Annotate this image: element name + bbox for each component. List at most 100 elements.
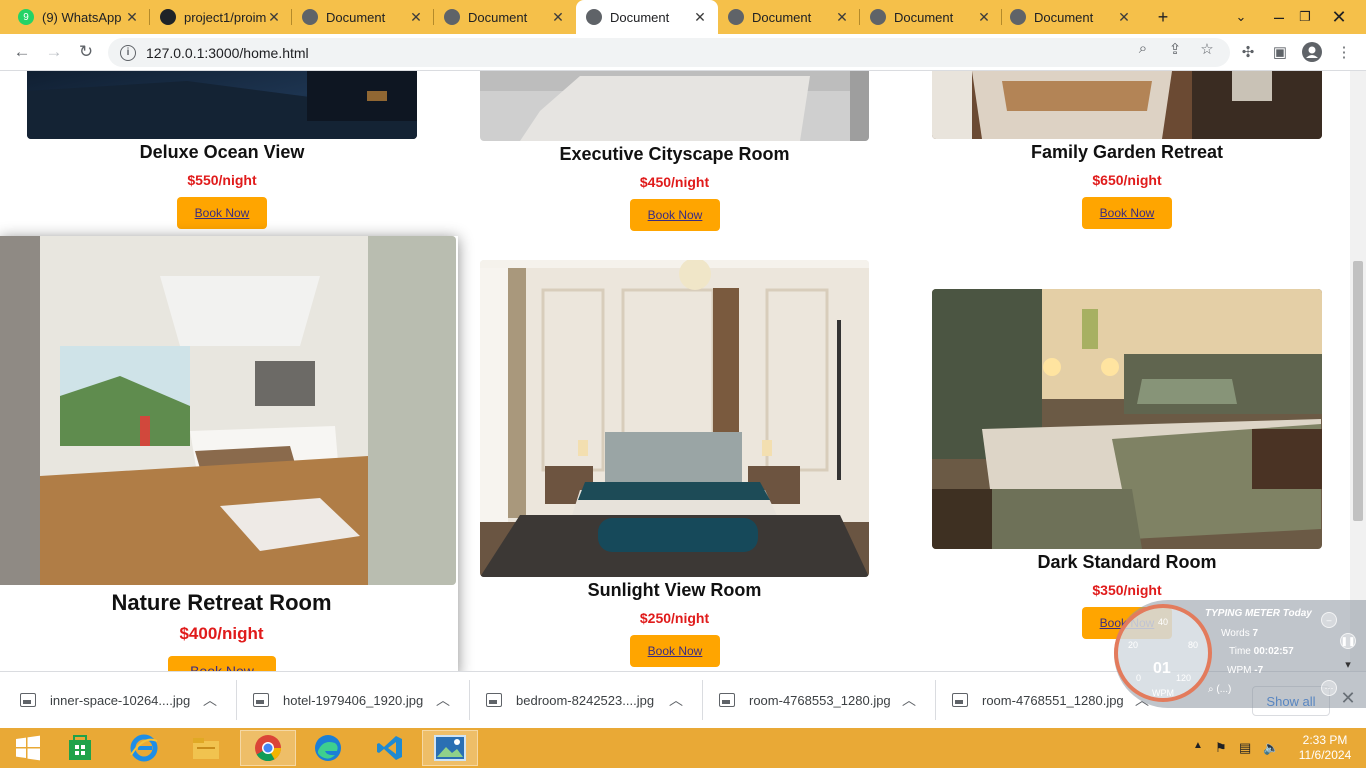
vscode-icon[interactable]: [362, 730, 418, 766]
chevron-up-icon[interactable]: ︿: [899, 690, 919, 710]
download-item[interactable]: room-4768553_1280.jpg ︿: [699, 680, 919, 720]
download-filename: inner-space-10264....jpg: [50, 692, 191, 708]
tab-whatsapp[interactable]: 9 (9) WhatsApp ✕: [8, 0, 150, 34]
bookmark-star-icon[interactable]: ☆: [1198, 40, 1216, 58]
chevron-up-icon[interactable]: ︿: [433, 690, 453, 710]
tab-title: (9) WhatsApp: [42, 9, 122, 25]
address-bar[interactable]: i 127.0.0.1:3000/home.html: [108, 38, 1230, 67]
close-icon[interactable]: ✕: [550, 9, 566, 26]
tab-document-active[interactable]: Document ✕: [576, 0, 718, 34]
room-image-nature-retreat: [0, 236, 456, 585]
gauge-tick: 40: [1158, 617, 1169, 627]
room-price: $350/night: [1092, 582, 1162, 598]
clock-time: 2:33 PM: [1302, 733, 1348, 747]
forward-arrow-icon[interactable]: →: [40, 38, 68, 66]
book-now-button[interactable]: Book Now: [177, 197, 267, 229]
tab-title: Document: [468, 9, 528, 25]
pause-icon[interactable]: ❚❚: [1340, 633, 1356, 649]
network-icon[interactable]: ▤: [1239, 740, 1251, 756]
new-tab-plus-icon[interactable]: +: [1146, 0, 1180, 34]
gauge-tick: 80: [1188, 640, 1199, 650]
whatsapp-icon: 9: [18, 9, 34, 25]
room-price: $250/night: [639, 610, 710, 626]
tab-title: Document: [752, 9, 812, 25]
side-panel-icon[interactable]: ▣: [1266, 38, 1294, 66]
tab-document[interactable]: Document ✕: [718, 0, 860, 34]
close-icon[interactable]: ✕: [408, 9, 424, 26]
close-icon[interactable]: ✕: [692, 9, 708, 26]
room-title: Sunlight View Room: [587, 580, 762, 600]
window-close-icon[interactable]: ✕: [1322, 0, 1356, 34]
show-hidden-icons-chevron-icon[interactable]: ▲: [1193, 740, 1203, 751]
profile-avatar-icon[interactable]: [1298, 38, 1326, 66]
tab-document[interactable]: Document ✕: [292, 0, 434, 34]
extensions-puzzle-icon[interactable]: ✣: [1234, 38, 1262, 66]
room-title: Dark Standard Room: [1037, 552, 1217, 572]
room-title: Executive Cityscape Room: [559, 144, 790, 164]
room-title: Family Garden Retreat: [1030, 142, 1224, 162]
wpm-stat: WPM -7: [1227, 665, 1263, 676]
download-filename: bedroom-8242523....jpg: [516, 692, 655, 708]
tab-document[interactable]: Document ✕: [1000, 0, 1142, 34]
download-filename: room-4768551_1280.jpg: [982, 692, 1124, 708]
photos-icon[interactable]: [422, 730, 478, 766]
chevron-up-icon[interactable]: ︿: [200, 690, 220, 710]
room-card-hovered[interactable]: Nature Retreat Room $400/night Book Now: [0, 236, 458, 671]
download-item[interactable]: room-4768551_1280.jpg ︿: [932, 680, 1152, 720]
gauge-tick: 20: [1128, 640, 1139, 650]
site-info-icon[interactable]: i: [120, 44, 136, 61]
tab-search-chevron-icon[interactable]: ⌄: [1224, 0, 1258, 34]
scrollbar-thumb[interactable]: [1353, 261, 1363, 521]
close-icon[interactable]: ✕: [976, 9, 992, 26]
menu-kebab-icon[interactable]: ⋮: [1330, 38, 1358, 66]
download-item[interactable]: inner-space-10264....jpg ︿: [0, 680, 220, 720]
close-icon[interactable]: ✕: [266, 9, 282, 26]
book-now-button[interactable]: Book Now: [1082, 197, 1172, 229]
globe-icon: [870, 9, 886, 25]
minimize-icon[interactable]: –: [1321, 612, 1337, 628]
back-arrow-icon[interactable]: ←: [8, 38, 36, 66]
tab-github[interactable]: project1/proim ✕: [150, 0, 292, 34]
close-icon[interactable]: ✕: [124, 9, 140, 26]
action-center-flag-icon[interactable]: ⚑: [1215, 740, 1227, 756]
globe-icon: [444, 9, 460, 25]
share-icon[interactable]: ⇪: [1166, 40, 1184, 58]
zoom-magnifier-icon[interactable]: ⌕: [1134, 40, 1152, 57]
taskbar: ▲ ⚑ ▤ 🔈 2:33 PM 11/6/2024: [0, 728, 1366, 768]
image-file-icon: [486, 693, 502, 707]
image-file-icon: [952, 693, 968, 707]
edge-icon[interactable]: [300, 730, 356, 766]
internet-explorer-icon[interactable]: [116, 730, 172, 766]
system-clock[interactable]: 2:33 PM 11/6/2024: [1292, 733, 1358, 763]
book-now-button[interactable]: Book Now: [630, 635, 720, 667]
reload-icon[interactable]: ↻: [72, 38, 100, 66]
book-now-button[interactable]: Book Now: [168, 656, 276, 671]
words-stat: Words 7: [1221, 628, 1258, 639]
chevron-down-icon[interactable]: ▾: [1340, 656, 1356, 672]
file-explorer-icon[interactable]: [178, 730, 234, 766]
restore-icon[interactable]: ❐: [1288, 0, 1322, 34]
globe-icon: [302, 9, 318, 25]
tab-title: Document: [894, 9, 954, 25]
search-icon[interactable]: ⌕ (...): [1208, 684, 1231, 695]
tab-document[interactable]: Document ✕: [434, 0, 576, 34]
store-icon[interactable]: [52, 730, 108, 766]
download-item[interactable]: hotel-1979406_1920.jpg ︿: [233, 680, 453, 720]
globe-icon: [1010, 9, 1026, 25]
chrome-icon[interactable]: [240, 730, 296, 766]
room-image-executive-cityscape: [480, 71, 869, 141]
tab-document[interactable]: Document ✕: [860, 0, 1002, 34]
download-item[interactable]: bedroom-8242523....jpg ︿: [466, 680, 686, 720]
volume-muted-icon[interactable]: 🔈: [1263, 740, 1279, 756]
page-scrollbar[interactable]: [1350, 71, 1366, 671]
windows-start-icon[interactable]: [0, 730, 56, 766]
tab-title: Document: [1034, 9, 1094, 25]
time-stat: Time 00:02:57: [1229, 646, 1294, 657]
chevron-up-icon[interactable]: ︿: [666, 690, 686, 710]
book-now-button[interactable]: Book Now: [630, 199, 720, 231]
tab-title: Document: [610, 9, 670, 25]
close-icon[interactable]: ✕: [1116, 9, 1132, 26]
close-icon[interactable]: ✕: [834, 9, 850, 26]
gauge-value: 01: [1153, 660, 1171, 677]
more-icon[interactable]: ⋯: [1321, 680, 1337, 696]
